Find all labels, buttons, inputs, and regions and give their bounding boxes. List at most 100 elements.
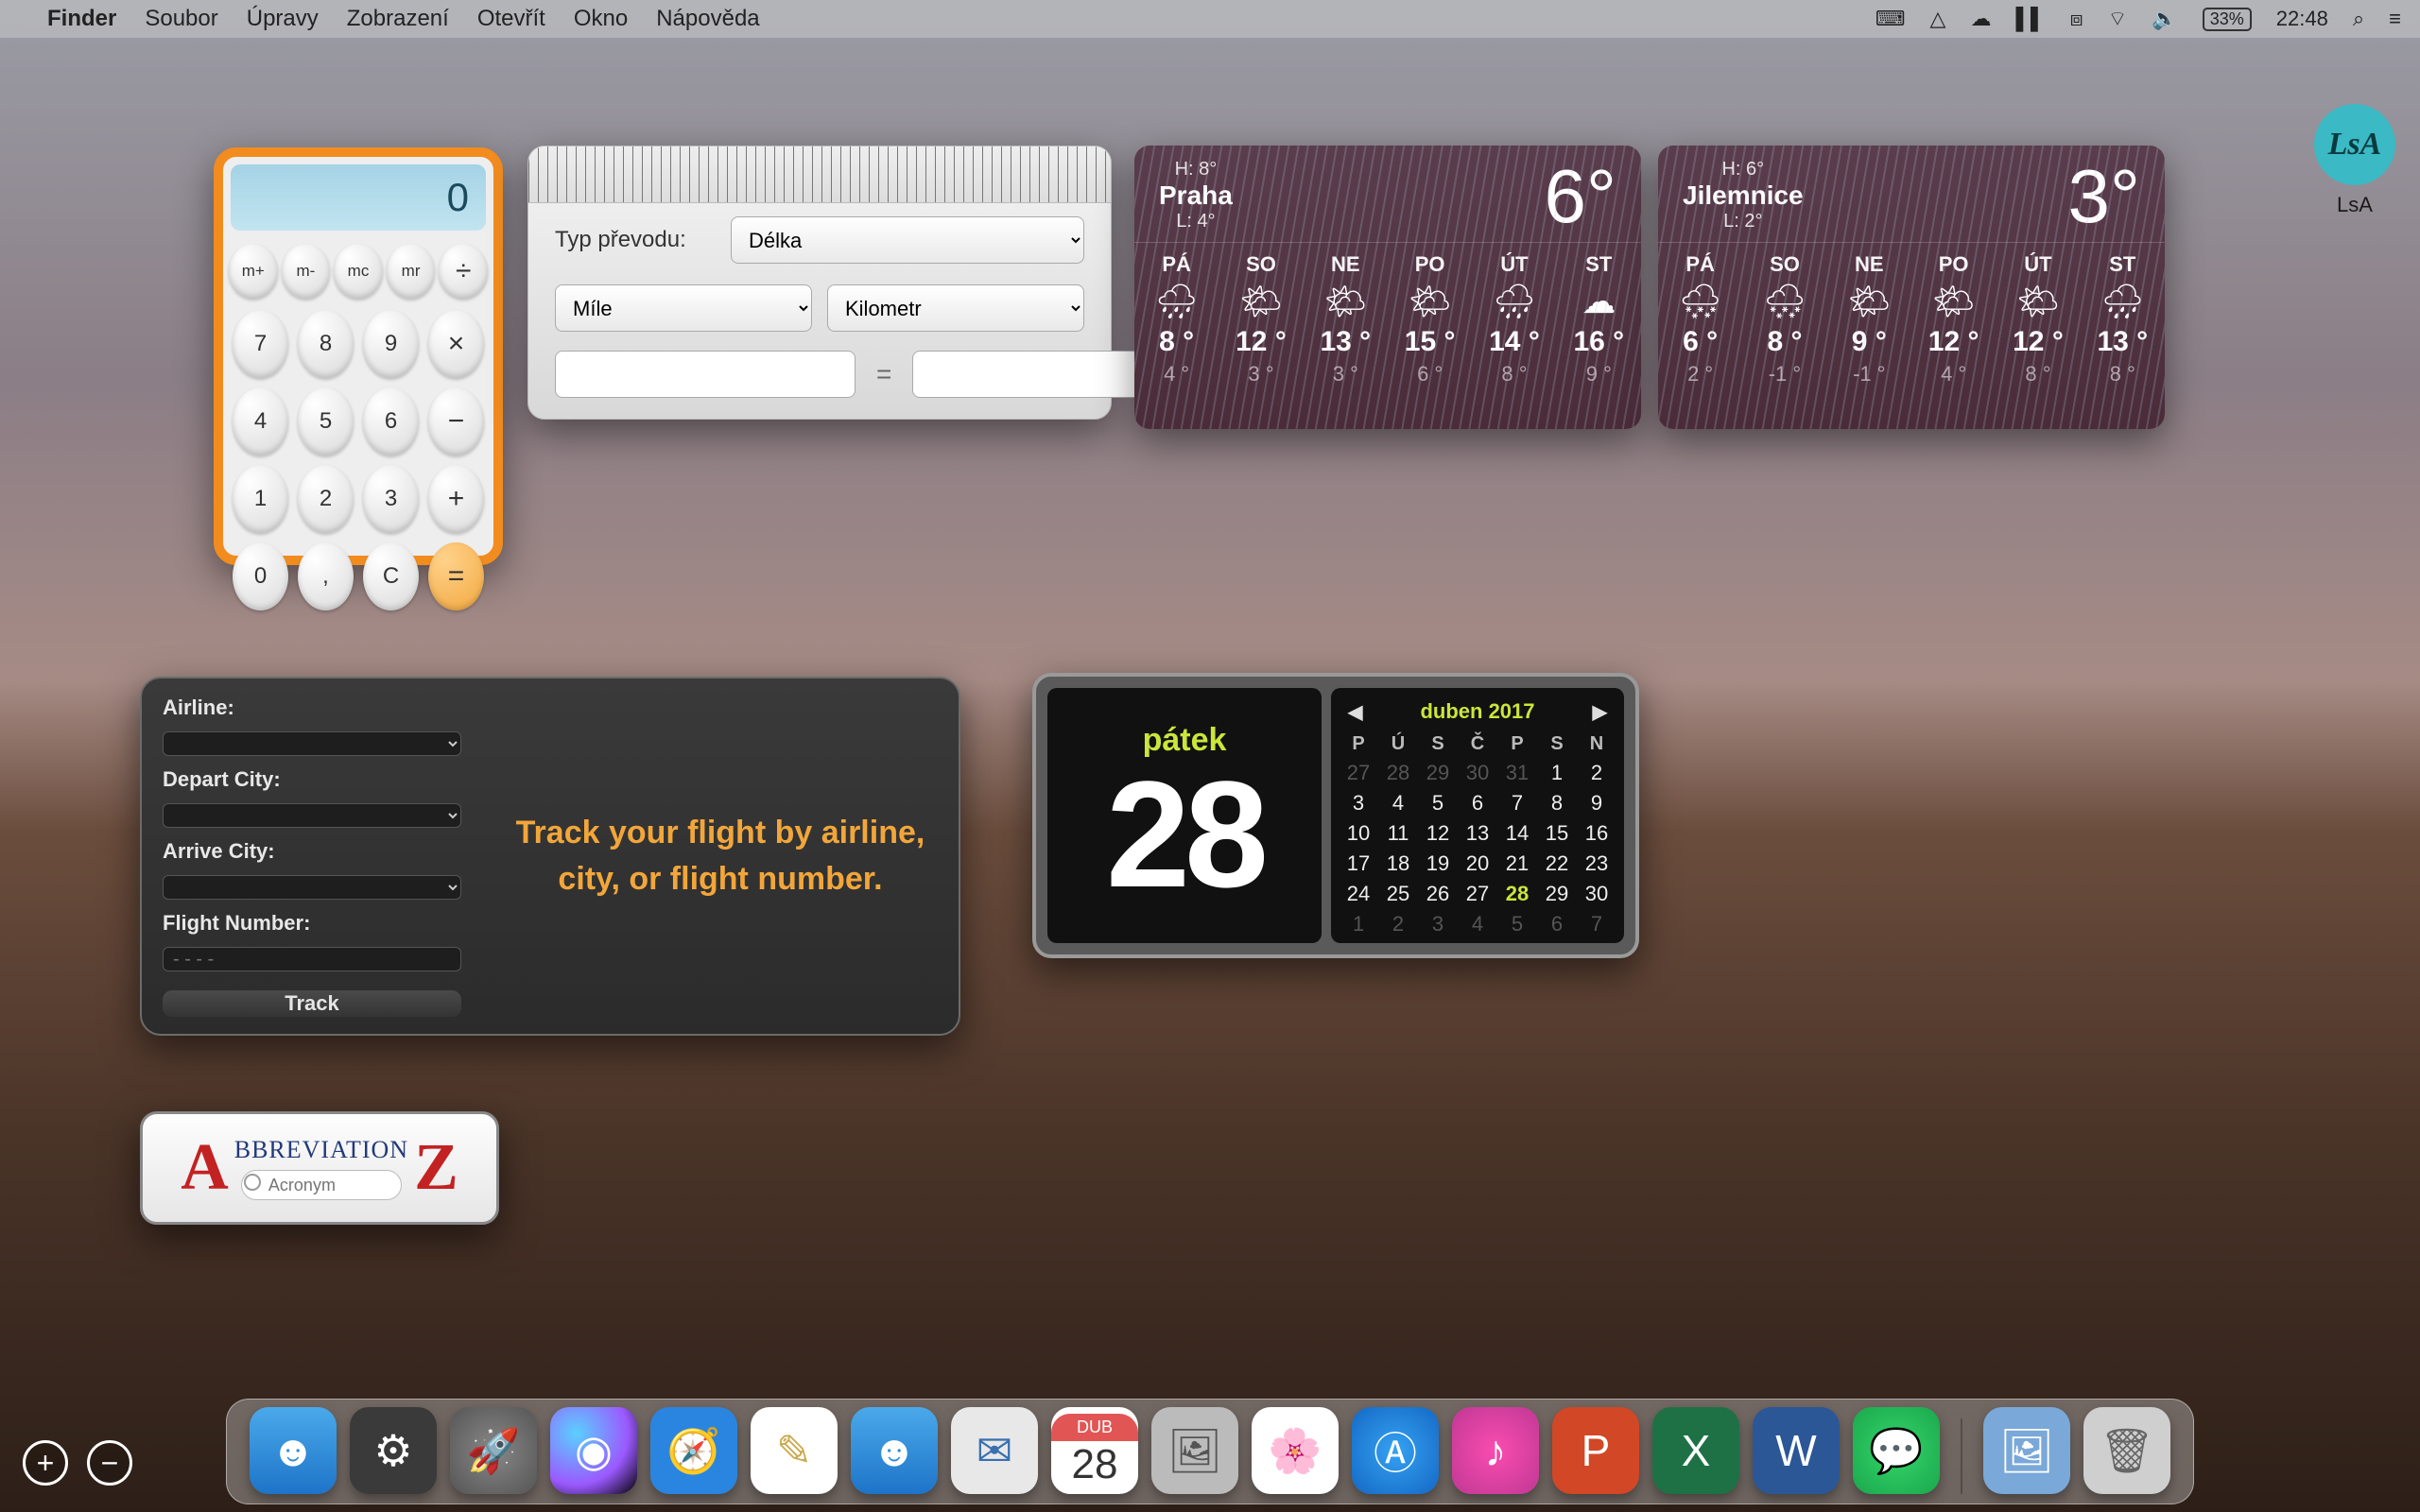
calendar-cell[interactable]: 6 bbox=[1537, 912, 1577, 936]
calendar-cell[interactable]: 23 bbox=[1577, 851, 1616, 876]
calc-key-mminus[interactable]: m- bbox=[282, 244, 331, 299]
calendar-cell[interactable]: 30 bbox=[1577, 882, 1616, 906]
app-name[interactable]: Finder bbox=[47, 6, 116, 32]
flight-tracker-widget[interactable]: Airline: Depart City: Arrive City: Fligh… bbox=[140, 677, 960, 1036]
app-indicator-icon[interactable]: ▌▌ bbox=[2015, 7, 2045, 31]
keyboard-icon[interactable]: ⌨︎ bbox=[1876, 7, 1906, 31]
dock-appstore-icon[interactable]: Ⓐ bbox=[1352, 1407, 1439, 1494]
calendar-cell[interactable]: 30 bbox=[1458, 761, 1497, 785]
calendar-cell[interactable]: 19 bbox=[1418, 851, 1458, 876]
calc-key-−[interactable]: − bbox=[428, 387, 484, 455]
calc-key-+[interactable]: + bbox=[428, 465, 484, 533]
dock-notes-icon[interactable]: ✎ bbox=[751, 1407, 838, 1494]
calendar-cell[interactable]: 18 bbox=[1378, 851, 1418, 876]
menu-item[interactable]: Úpravy bbox=[247, 6, 319, 32]
calendar-cell[interactable]: 28 bbox=[1497, 882, 1537, 906]
unit-converter-widget[interactable]: Typ převodu: Délka Míle Kilometr = bbox=[527, 146, 1112, 420]
calendar-cell[interactable]: 4 bbox=[1378, 791, 1418, 816]
dock-word-icon[interactable]: W bbox=[1753, 1407, 1840, 1494]
calendar-cell[interactable]: 14 bbox=[1497, 821, 1537, 846]
calc-key-mplus[interactable]: m+ bbox=[229, 244, 278, 299]
calendar-cell[interactable]: 2 bbox=[1378, 912, 1418, 936]
dock-itunes-icon[interactable]: ♪ bbox=[1452, 1407, 1539, 1494]
calc-key-2[interactable]: 2 bbox=[298, 465, 354, 533]
dock-safari-icon[interactable]: 🧭 bbox=[650, 1407, 737, 1494]
calendar-cell[interactable]: 2 bbox=[1577, 761, 1616, 785]
calendar-cell[interactable]: 1 bbox=[1537, 761, 1577, 785]
calendar-cell[interactable]: 17 bbox=[1339, 851, 1378, 876]
dock-excel-icon[interactable]: X bbox=[1652, 1407, 1739, 1494]
calc-key-3[interactable]: 3 bbox=[363, 465, 419, 533]
arrive-city-select[interactable] bbox=[163, 875, 461, 900]
calc-key-0[interactable]: 0 bbox=[233, 542, 288, 610]
menu-item[interactable]: Nápověda bbox=[656, 6, 759, 32]
dock-finder-icon[interactable]: ☻ bbox=[250, 1407, 337, 1494]
calc-key-div[interactable]: ÷ bbox=[439, 244, 488, 299]
calendar-cell[interactable]: 4 bbox=[1458, 912, 1497, 936]
calendar-cell[interactable]: 9 bbox=[1577, 791, 1616, 816]
dock-preview-icon[interactable]: 🖼 bbox=[1151, 1407, 1238, 1494]
battery-status[interactable]: 33% bbox=[2203, 8, 2252, 31]
abbreviationz-widget[interactable]: A BBREVIATION Z bbox=[140, 1111, 499, 1225]
calendar-cell[interactable]: 20 bbox=[1458, 851, 1497, 876]
calendar-cell[interactable]: 31 bbox=[1497, 761, 1537, 785]
wifi-icon[interactable]: ⌔ bbox=[2108, 6, 2128, 32]
calendar-cell[interactable]: 25 bbox=[1378, 882, 1418, 906]
unit-from-select[interactable]: Míle bbox=[555, 284, 812, 332]
menu-item[interactable]: Otevřít bbox=[477, 6, 545, 32]
calendar-cell[interactable]: 21 bbox=[1497, 851, 1537, 876]
menu-item[interactable]: Soubor bbox=[145, 6, 217, 32]
dock-messages-icon[interactable]: 💬 bbox=[1853, 1407, 1940, 1494]
weather-widget-praha[interactable]: H: 8° Praha L: 4° 6° PÁ🌧8 °4 °SO🌤12 °3 °… bbox=[1134, 146, 1641, 429]
calendar-cell[interactable]: 3 bbox=[1418, 912, 1458, 936]
calendar-cell[interactable]: 24 bbox=[1339, 882, 1378, 906]
notifications-icon[interactable]: ≡ bbox=[2389, 7, 2401, 31]
calc-key-×[interactable]: × bbox=[428, 310, 484, 378]
calc-key-5[interactable]: 5 bbox=[298, 387, 354, 455]
calendar-cell[interactable]: 1 bbox=[1339, 912, 1378, 936]
clock[interactable]: 22:48 bbox=[2276, 7, 2328, 31]
calendar-cell[interactable]: 11 bbox=[1378, 821, 1418, 846]
menu-item[interactable]: Zobrazení bbox=[347, 6, 449, 32]
calendar-cell[interactable]: 28 bbox=[1378, 761, 1418, 785]
calendar-cell[interactable]: 27 bbox=[1339, 761, 1378, 785]
dock-launchpad-icon[interactable]: 🚀 bbox=[450, 1407, 537, 1494]
onedrive-icon[interactable]: ☁ bbox=[1970, 7, 1991, 31]
prev-month-button[interactable]: ◀ bbox=[1348, 700, 1362, 724]
dock-mail-icon[interactable]: ✉ bbox=[951, 1407, 1038, 1494]
dock-powerpoint-icon[interactable]: P bbox=[1552, 1407, 1639, 1494]
calc-key-C[interactable]: C bbox=[363, 542, 419, 610]
calc-key-mc[interactable]: mc bbox=[334, 244, 383, 299]
calendar-cell[interactable]: 12 bbox=[1418, 821, 1458, 846]
calendar-cell[interactable]: 3 bbox=[1339, 791, 1378, 816]
calc-key-9[interactable]: 9 bbox=[363, 310, 419, 378]
dock-trash-icon[interactable]: 🗑 bbox=[2083, 1407, 2170, 1494]
calc-key-mr[interactable]: mr bbox=[387, 244, 436, 299]
add-widget-button[interactable]: + bbox=[23, 1440, 68, 1486]
track-button[interactable]: Track bbox=[163, 990, 461, 1017]
dock-settings-icon[interactable]: ⚙ bbox=[350, 1407, 437, 1494]
spotlight-icon[interactable]: ⌕ bbox=[2353, 7, 2364, 31]
dock-calendar-icon[interactable]: DUB 28 bbox=[1051, 1407, 1138, 1494]
conversion-type-select[interactable]: Délka bbox=[731, 216, 1084, 264]
desktop-item-lsa[interactable]: LsA LsA bbox=[2314, 104, 2395, 217]
calendar-cell[interactable]: 5 bbox=[1418, 791, 1458, 816]
dock-downloads-icon[interactable]: 🖼 bbox=[1983, 1407, 2070, 1494]
calc-key-,[interactable]: , bbox=[298, 542, 354, 610]
dock-finder2-icon[interactable]: ☻ bbox=[851, 1407, 938, 1494]
calc-key-8[interactable]: 8 bbox=[298, 310, 354, 378]
calendar-widget[interactable]: pátek 28 ◀ duben 2017 ▶ PÚSČPSN272829303… bbox=[1032, 673, 1639, 958]
dock-photos-icon[interactable]: 🌸 bbox=[1252, 1407, 1339, 1494]
remove-widget-button[interactable]: − bbox=[87, 1440, 132, 1486]
acronym-search-input[interactable] bbox=[241, 1170, 402, 1200]
calendar-cell[interactable]: 26 bbox=[1418, 882, 1458, 906]
calendar-cell[interactable]: 6 bbox=[1458, 791, 1497, 816]
calendar-cell[interactable]: 13 bbox=[1458, 821, 1497, 846]
gdrive-icon[interactable]: △ bbox=[1930, 7, 1946, 31]
calc-key-4[interactable]: 4 bbox=[233, 387, 288, 455]
calc-key-=[interactable]: = bbox=[428, 542, 484, 610]
airline-select[interactable] bbox=[163, 731, 461, 756]
calendar-cell[interactable]: 5 bbox=[1497, 912, 1537, 936]
next-month-button[interactable]: ▶ bbox=[1593, 700, 1607, 724]
calendar-cell[interactable]: 15 bbox=[1537, 821, 1577, 846]
